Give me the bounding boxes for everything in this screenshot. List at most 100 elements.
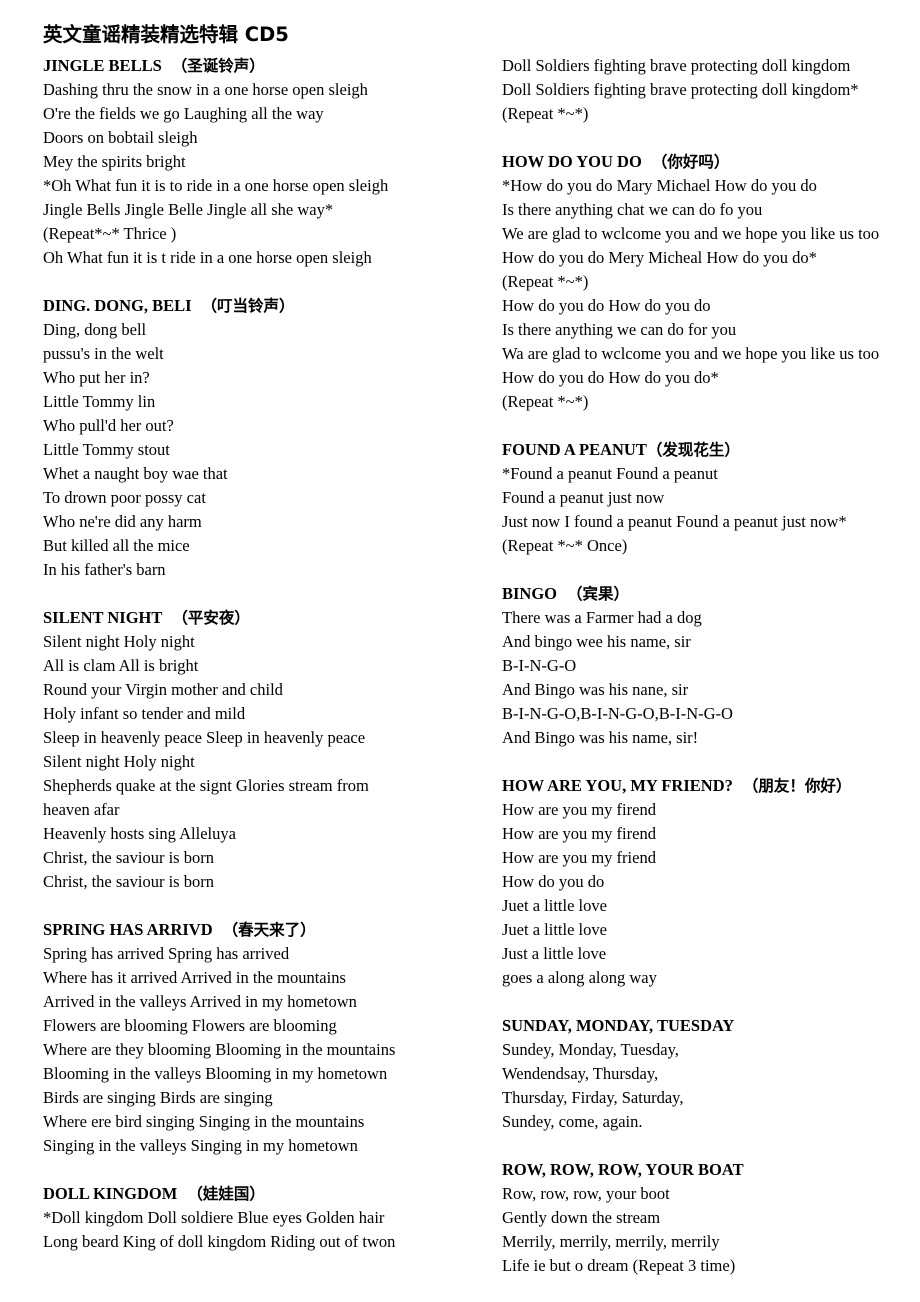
song-title-en: HOW ARE YOU, MY FRIEND? (502, 776, 733, 795)
lyric-line: Little Tommy lin (43, 392, 156, 411)
lyric-line: Shepherds quake at the signt Glories str… (43, 776, 369, 795)
song-title-en: SPRING HAS ARRIVD (43, 920, 213, 939)
lyric-line: Is there anything chat we can do fo you (502, 200, 763, 219)
song-title-en: DOLL KINGDOM (43, 1184, 178, 1203)
lyric-line: pussu's in the welt (43, 344, 164, 363)
song-title-cn: （叮当铃声） (201, 297, 295, 315)
lyric-line: And Bingo was his name, sir! (502, 728, 699, 747)
song-heading: HOW ARE YOU, MY FRIEND? （朋友！你好） (502, 774, 920, 798)
lyric-line: B-I-N-G-O (502, 656, 577, 675)
song-heading: SPRING HAS ARRIVD （春天来了） (43, 918, 483, 942)
lyric-line: Mey the spirits bright (43, 152, 186, 171)
lyric-line: Life ie but o dream (Repeat 3 time) (502, 1256, 736, 1275)
song-title-cn: （春天来了） (222, 921, 316, 939)
lyric-line: Where has it arrived Arrived in the moun… (43, 968, 346, 987)
lyric-line: There was a Farmer had a dog (502, 608, 702, 627)
lyric-line: How do you do Mery Micheal How do you do… (502, 248, 817, 267)
lyric-line: Arrived in the valleys Arrived in my hom… (43, 992, 357, 1011)
lyric-line: Blooming in the valleys Blooming in my h… (43, 1064, 388, 1083)
lyric-line: Who ne're did any harm (43, 512, 202, 531)
lyric-line: (Repeat *~*) (502, 104, 589, 123)
lyric-line: O're the fields we go Laughing all the w… (43, 104, 324, 123)
song-section: Doll Soldiers fighting brave protecting … (502, 54, 920, 126)
lyric-line: Just a little love (502, 944, 607, 963)
lyric-line: How are you my firend (502, 824, 656, 843)
lyric-line: Silent night Holy night (43, 752, 195, 771)
song-title-cn: （圣诞铃声） (171, 57, 265, 75)
song-heading: HOW DO YOU DO （你好吗） (502, 150, 920, 174)
lyric-line: Doll Soldiers fighting brave protecting … (502, 80, 859, 99)
song-heading: DING. DONG, BELI （叮当铃声） (43, 294, 483, 318)
lyric-line: All is clam All is bright (43, 656, 199, 675)
lyric-line: Heavenly hosts sing Alleluya (43, 824, 236, 843)
lyric-line: Just now I found a peanut Found a peanut… (502, 512, 847, 531)
song-heading: SILENT NIGHT （平安夜） (43, 606, 483, 630)
song-heading: JINGLE BELLS （圣诞铃声） (43, 54, 483, 78)
song-title-en: DING. DONG, BELI (43, 296, 192, 315)
lyric-line: Who pull'd her out? (43, 416, 174, 435)
song-heading: SUNDAY, MONDAY, TUESDAY (502, 1014, 920, 1038)
lyric-line: Where ere bird singing Singing in the mo… (43, 1112, 365, 1131)
lyric-line: Merrily, merrily, merrily, merrily (502, 1232, 720, 1251)
lyric-line: Holy infant so tender and mild (43, 704, 246, 723)
two-column-body: JINGLE BELLS （圣诞铃声） Dashing thru the snow … (18, 54, 902, 1278)
lyric-line: Oh What fun it is t ride in a one horse … (43, 248, 372, 267)
song-title-en: SUNDAY, MONDAY, TUESDAY (502, 1016, 735, 1035)
song-heading: BINGO （宾果） (502, 582, 920, 606)
lyric-line: (Repeat *~*) (502, 272, 589, 291)
lyric-line: Little Tommy stout (43, 440, 170, 459)
lyric-line: How do you do How do you do (502, 296, 711, 315)
lyric-line: Doll Soldiers fighting brave protecting … (502, 56, 851, 75)
song-title-cn: （娃娃国） (187, 1185, 265, 1203)
lyric-line: Row, row, row, your boot (502, 1184, 670, 1203)
lyric-line: Sundey, Monday, Tuesday, (502, 1040, 679, 1059)
song-section: SUNDAY, MONDAY, TUESDAY Sundey, Monday, T… (502, 1014, 920, 1134)
song-section: JINGLE BELLS （圣诞铃声） Dashing thru the snow … (43, 54, 483, 270)
lyric-line: Christ, the saviour is born (43, 872, 214, 891)
lyric-line: Who put her in? (43, 368, 150, 387)
lyric-line: Silent night Holy night (43, 632, 195, 651)
lyric-line: Spring has arrived Spring has arrived (43, 944, 290, 963)
left-column: JINGLE BELLS （圣诞铃声） Dashing thru the snow … (18, 54, 483, 1254)
lyric-line: In his father's barn (43, 560, 166, 579)
lyric-line: To drown poor possy cat (43, 488, 206, 507)
song-section: SPRING HAS ARRIVD （春天来了） Spring has arrive… (43, 918, 483, 1158)
song-section: BINGO （宾果） There was a Farmer had a dog And… (502, 582, 920, 750)
song-section: HOW DO YOU DO （你好吗） *How do you do Mary Mi… (502, 150, 920, 414)
lyric-line: Doors on bobtail sleigh (43, 128, 198, 147)
lyric-line: And Bingo was his nane, sir (502, 680, 689, 699)
lyric-line: (Repeat*~* Thrice ) (43, 224, 177, 243)
right-column: Doll Soldiers fighting brave protecting … (483, 54, 920, 1278)
song-section: DING. DONG, BELI （叮当铃声） Ding, dong bell pus… (43, 294, 483, 582)
lyric-line: *Found a peanut Found a peanut (502, 464, 718, 483)
lyric-line: We are glad to wclcome you and we hope y… (502, 224, 880, 243)
song-section: ROW, ROW, ROW, YOUR BOAT Row, row, row, y… (502, 1158, 920, 1278)
lyric-line: Wa are glad to wclcome you and we hope y… (502, 344, 880, 363)
lyric-line: Singing in the valleys Singing in my hom… (43, 1136, 358, 1155)
song-section: HOW ARE YOU, MY FRIEND? （朋友！你好） How are yo… (502, 774, 920, 990)
document-page: 英文童谣精装精选特辑 CD5 JINGLE BELLS （圣诞铃声） Dashing… (0, 0, 920, 1302)
lyric-line: Thursday, Firday, Saturday, (502, 1088, 684, 1107)
song-title-en: JINGLE BELLS (43, 56, 162, 75)
song-heading: ROW, ROW, ROW, YOUR BOAT (502, 1158, 920, 1182)
song-title-en: SILENT NIGHT (43, 608, 163, 627)
song-title-en: ROW, ROW, ROW, YOUR BOAT (502, 1160, 744, 1179)
lyric-line: Flowers are blooming Flowers are bloomin… (43, 1016, 337, 1035)
lyric-line: Dashing thru the snow in a one horse ope… (43, 80, 368, 99)
song-title-cn: （平安夜） (172, 609, 250, 627)
lyric-line: Found a peanut just now (502, 488, 665, 507)
lyric-line: Sundey, come, again. (502, 1112, 643, 1131)
lyric-line: Is there anything we can do for you (502, 320, 737, 339)
lyric-line: How do you do How do you do* (502, 368, 719, 387)
song-title-en: HOW DO YOU DO (502, 152, 642, 171)
lyric-line: Long beard King of doll kingdom Riding o… (43, 1232, 396, 1251)
song-title-cn: （朋友！你好） (742, 777, 852, 795)
lyric-line: How do you do (502, 872, 605, 891)
song-section: SILENT NIGHT （平安夜） Silent night Holy night… (43, 606, 483, 894)
